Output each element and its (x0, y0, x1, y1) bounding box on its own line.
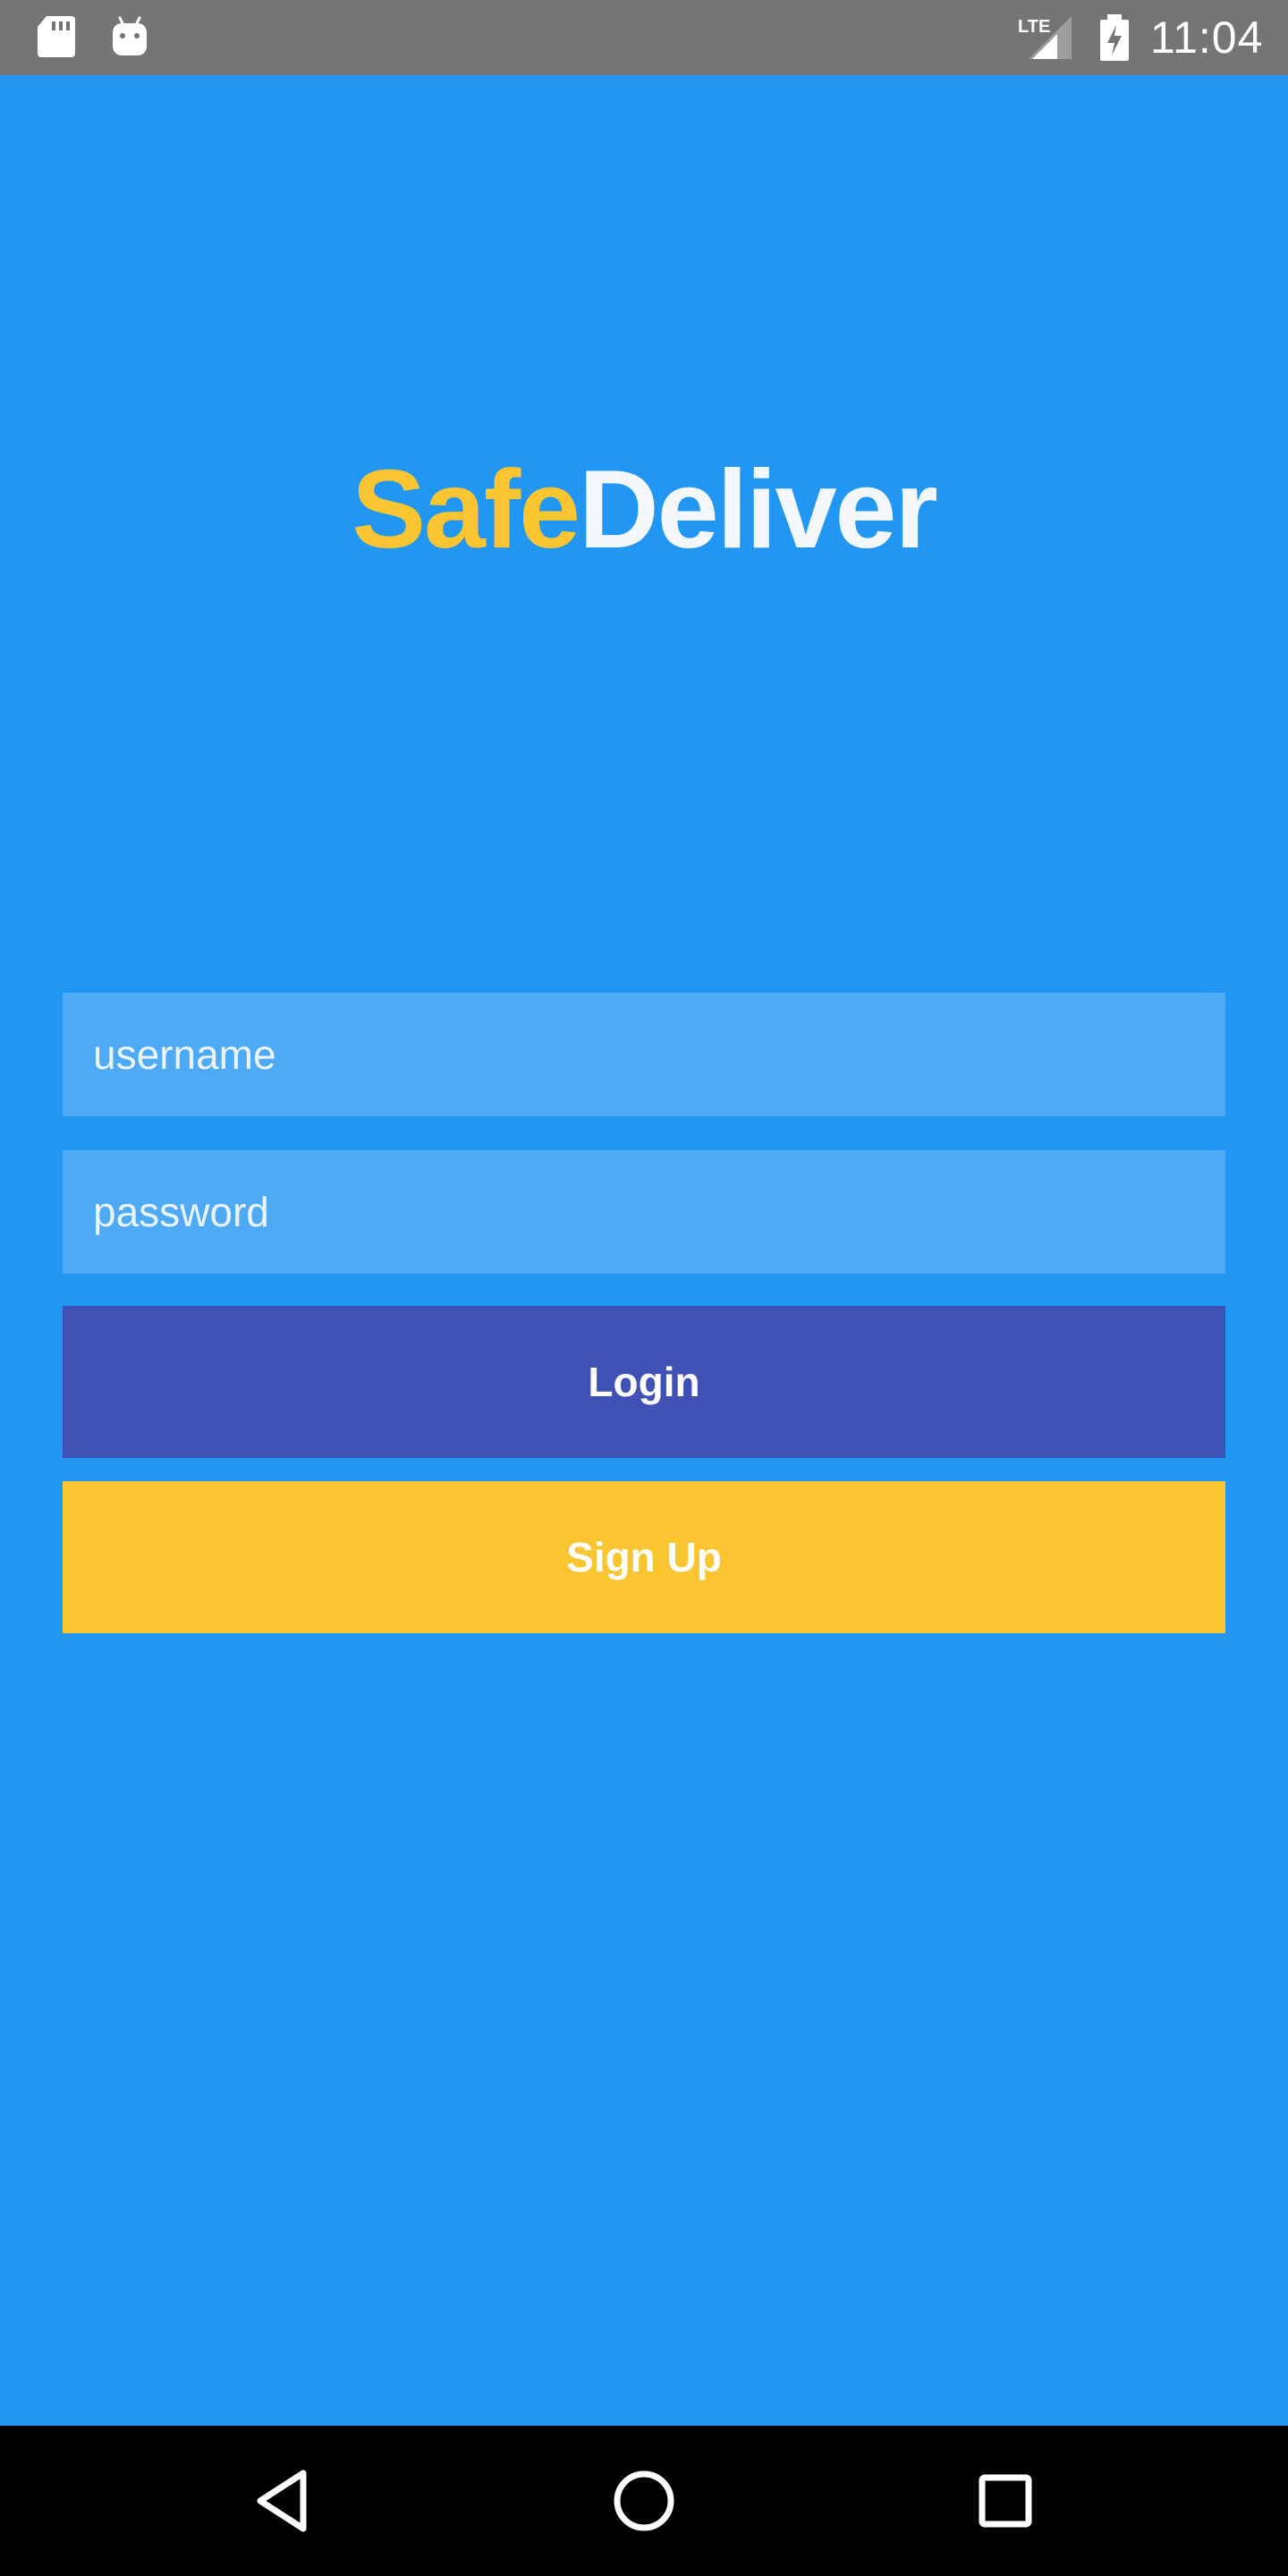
sd-card-icon (38, 16, 75, 57)
logo-part-deliver: Deliver (579, 448, 938, 572)
login-screen: LTE 11:04 SafeDeliver Login Sign Up (0, 0, 1288, 2576)
battery-charging-icon (1100, 14, 1129, 61)
signup-button[interactable]: Sign Up (63, 1481, 1225, 1633)
home-button[interactable] (599, 2456, 689, 2546)
back-button[interactable] (238, 2456, 327, 2546)
logo-part-safe: Safe (352, 448, 580, 572)
navigation-bar (0, 2426, 1288, 2576)
android-icon (113, 16, 147, 55)
lte-signal-icon: LTE (1018, 16, 1072, 59)
login-button[interactable]: Login (63, 1306, 1225, 1458)
network-type-label: LTE (1018, 17, 1050, 37)
username-input[interactable] (63, 993, 1225, 1116)
recents-button[interactable] (961, 2456, 1050, 2546)
password-input[interactable] (63, 1150, 1225, 1274)
home-icon (614, 2470, 674, 2531)
recents-icon (979, 2474, 1032, 2528)
status-clock: 11:04 (1150, 13, 1264, 63)
status-bar: LTE 11:04 (0, 0, 1288, 75)
back-icon (257, 2470, 307, 2532)
app-logo: SafeDeliver (0, 447, 1288, 572)
